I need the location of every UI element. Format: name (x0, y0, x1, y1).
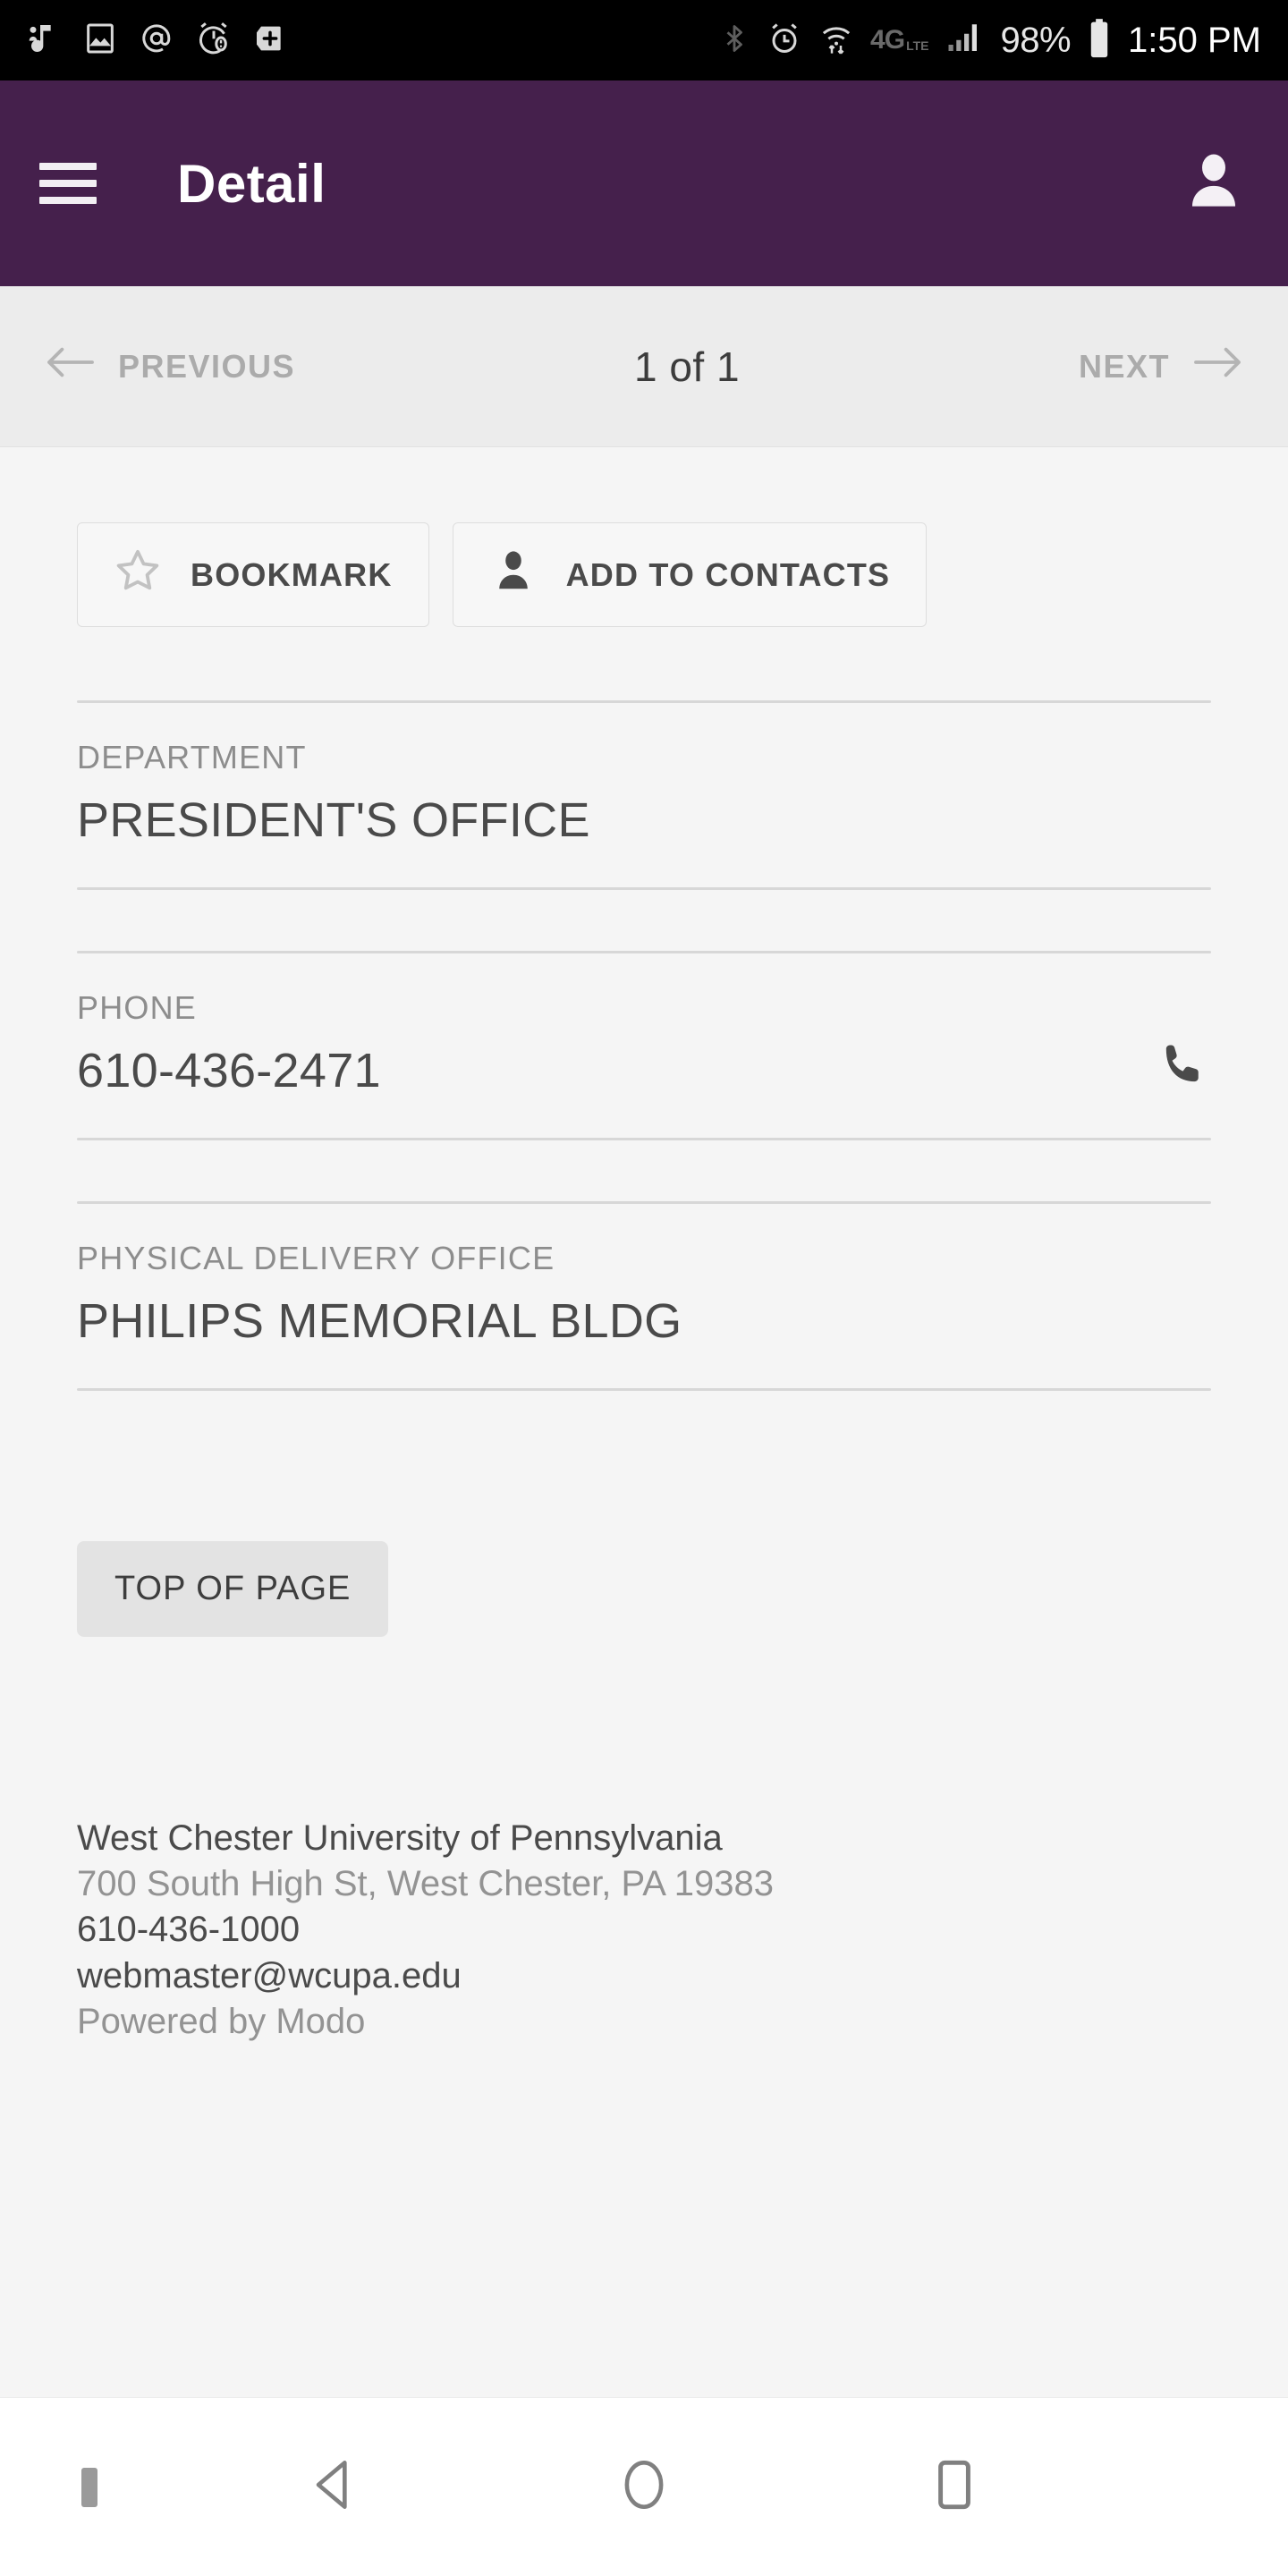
network-type-indicator: 4G LTE (870, 25, 929, 55)
music-note-icon (27, 21, 63, 61)
hamburger-menu-icon[interactable] (39, 163, 97, 204)
field-label: PHONE (77, 989, 198, 1026)
footer-phone[interactable]: 610-436-1000 (77, 1907, 1211, 1953)
footer-powered-by: Powered by Modo (77, 2001, 366, 2041)
account-button[interactable] (1179, 147, 1249, 221)
star-outline-icon (114, 547, 162, 603)
previous-label: PREVIOUS (118, 347, 296, 385)
home-circle-icon (611, 2452, 677, 2522)
alarm-clock-icon (767, 21, 802, 61)
email-at-icon (138, 20, 175, 62)
previous-button[interactable]: PREVIOUS (45, 341, 295, 392)
recents-button[interactable] (799, 2452, 1109, 2522)
keyboard-indicator-wrap (0, 2467, 179, 2507)
record-pager: PREVIOUS 1 of 1 NEXT (0, 286, 1288, 447)
field-value: PRESIDENT'S OFFICE (77, 793, 590, 847)
status-bar-notifications (27, 20, 288, 62)
phone-call-icon (1157, 1045, 1208, 1094)
phone-screen: 4G LTE 98% 1:50 PM Detail PREVIOUS 1 of … (0, 0, 1288, 2576)
bluetooth-icon (718, 21, 750, 61)
clock-label: 1:50 PM (1128, 20, 1261, 60)
top-of-page-wrap: TOP OF PAGE (77, 1391, 1211, 1637)
back-triangle-icon (301, 2452, 367, 2522)
recents-square-icon (921, 2452, 987, 2522)
record-count-label: 1 of 1 (633, 343, 741, 390)
arrow-left-icon (45, 341, 97, 392)
field-label: DEPARTMENT (77, 739, 307, 775)
next-button[interactable]: NEXT (1079, 341, 1243, 392)
status-bar: 4G LTE 98% 1:50 PM (0, 0, 1288, 80)
page-title: Detail (177, 153, 326, 214)
next-label: NEXT (1078, 347, 1170, 385)
page-footer: West Chester University of Pennsylvania … (77, 1637, 1211, 2045)
alarm-warning-icon (195, 20, 233, 62)
call-button[interactable] (1157, 1040, 1208, 1095)
detail-field-physical-delivery-office: PHYSICAL DELIVERY OFFICE PHILIPS MEMORIA… (77, 1204, 1211, 1388)
app-bar: Detail (0, 80, 1288, 286)
detail-field-department: DEPARTMENT PRESIDENT'S OFFICE (77, 703, 1211, 887)
field-label: PHYSICAL DELIVERY OFFICE (77, 1240, 555, 1276)
wifi-data-transfer-icon (818, 20, 854, 62)
image-icon (82, 21, 118, 61)
back-button[interactable] (179, 2452, 489, 2522)
battery-percent-label: 98% (1000, 20, 1072, 60)
arrow-right-icon (1191, 341, 1243, 392)
home-button[interactable] (489, 2452, 800, 2522)
action-button-row: BOOKMARK ADD TO CONTACTS (77, 447, 1211, 627)
add-box-icon (252, 21, 288, 61)
person-filled-icon (489, 547, 538, 603)
field-value: 610-436-2471 (77, 1044, 381, 1097)
account-person-icon (1179, 147, 1249, 221)
footer-organization: West Chester University of Pennsylvania (77, 1818, 723, 1858)
detail-content: BOOKMARK ADD TO CONTACTS DEPARTMENT PRES… (0, 447, 1288, 2397)
keyboard-indicator-dot (81, 2467, 97, 2507)
battery-icon (1087, 18, 1112, 64)
detail-field-phone[interactable]: PHONE 610-436-2471 (77, 953, 1211, 1138)
top-of-page-button[interactable]: TOP OF PAGE (77, 1541, 389, 1637)
bookmark-label: BOOKMARK (191, 555, 393, 593)
add-to-contacts-label: ADD TO CONTACTS (565, 555, 891, 593)
add-to-contacts-button[interactable]: ADD TO CONTACTS (452, 522, 928, 627)
footer-email[interactable]: webmaster@wcupa.edu (77, 1953, 1211, 1999)
field-value: PHILIPS MEMORIAL BLDG (77, 1294, 682, 1348)
bookmark-button[interactable]: BOOKMARK (77, 522, 429, 627)
signal-bars-icon (945, 20, 984, 62)
footer-address: 700 South High St, West Chester, PA 1938… (77, 1864, 775, 1904)
android-navigation-bar (0, 2397, 1288, 2576)
status-bar-system: 4G LTE 98% 1:50 PM (718, 18, 1261, 64)
